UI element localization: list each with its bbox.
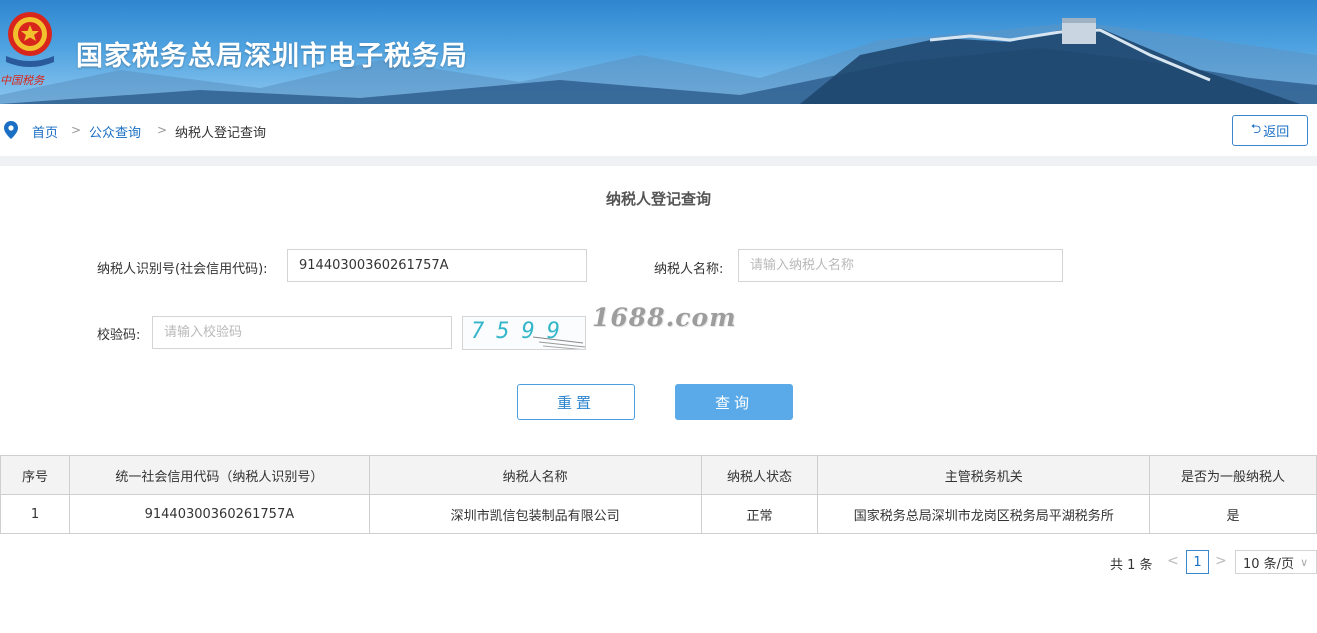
pagination-page-1[interactable]: 1	[1186, 550, 1209, 574]
breadcrumb-separator: >	[157, 123, 168, 137]
table-cell-index: 1	[0, 494, 70, 534]
captcha-image[interactable]: 7599	[462, 316, 586, 350]
form-title: 纳税人登记查询	[605, 190, 711, 208]
location-pin-icon	[4, 121, 18, 139]
table-header-row: 序号 统一社会信用代码（纳税人识别号） 纳税人名称 纳税人状态 主管税务机关 是…	[0, 455, 1317, 495]
table-cell-status: 正常	[700, 494, 819, 534]
table-cell-general-taxpayer: 是	[1149, 494, 1317, 534]
taxpayer-name-input[interactable]	[738, 249, 1063, 282]
pagination-total: 共 1 条	[1110, 558, 1153, 573]
table-cell-taxpayer-name: 深圳市凯信包装制品有限公司	[368, 494, 702, 534]
captcha-input[interactable]	[152, 316, 452, 349]
header-banner: 中国税务 国家税务总局深圳市电子税务局	[0, 0, 1317, 104]
breadcrumb-current: 纳税人登记查询	[175, 126, 267, 141]
chevron-right-icon[interactable]: >	[1215, 553, 1227, 577]
taxpayer-id-input[interactable]	[287, 249, 587, 282]
taxpayer-name-label: 纳税人名称:	[654, 262, 724, 277]
column-header: 是否为一般纳税人	[1149, 455, 1317, 495]
emblem-caption: 中国税务	[0, 74, 44, 87]
return-arrow-icon: ⮌	[1250, 121, 1262, 137]
search-button[interactable]: 查询	[675, 384, 793, 420]
chevron-left-icon[interactable]: <	[1167, 553, 1179, 577]
breadcrumb-home[interactable]: 首页	[32, 122, 58, 141]
captcha-label: 校验码:	[97, 328, 141, 343]
chevron-down-icon: ∨	[1300, 555, 1309, 569]
breadcrumb: 首页 > 公众查询 > 纳税人登记查询 ⮌ 返回	[0, 104, 1317, 156]
table-cell-tax-authority: 国家税务总局深圳市龙岗区税务局平湖税务所	[817, 494, 1151, 534]
breadcrumb-public-query[interactable]: 公众查询	[89, 122, 141, 141]
reset-button[interactable]: 重置	[517, 384, 635, 420]
breadcrumb-separator: >	[71, 123, 82, 137]
back-button[interactable]: ⮌ 返回	[1232, 115, 1308, 146]
page-size-value: 10 条/页	[1243, 556, 1295, 572]
site-title: 国家税务总局深圳市电子税务局	[76, 41, 468, 72]
column-header: 纳税人状态	[700, 455, 819, 495]
results-table: 序号 统一社会信用代码（纳税人识别号） 纳税人名称 纳税人状态 主管税务机关 是…	[0, 455, 1317, 534]
taxpayer-id-label: 纳税人识别号(社会信用代码):	[97, 262, 268, 277]
column-header: 序号	[0, 455, 70, 495]
page-size-select[interactable]: 10 条/页 ∨	[1235, 550, 1317, 574]
column-header: 主管税务机关	[817, 455, 1151, 495]
column-header: 纳税人名称	[368, 455, 702, 495]
section-divider	[0, 156, 1317, 166]
table-cell-credit-code: 91440300360261757A	[68, 494, 370, 534]
captcha-text: 7599	[471, 319, 572, 344]
back-button-label: 返回	[1263, 125, 1290, 140]
column-header: 统一社会信用代码（纳税人识别号）	[68, 455, 370, 495]
table-row: 1 91440300360261757A 深圳市凯信包装制品有限公司 正常 国家…	[0, 494, 1317, 534]
watermark: 1688.com	[592, 303, 737, 332]
